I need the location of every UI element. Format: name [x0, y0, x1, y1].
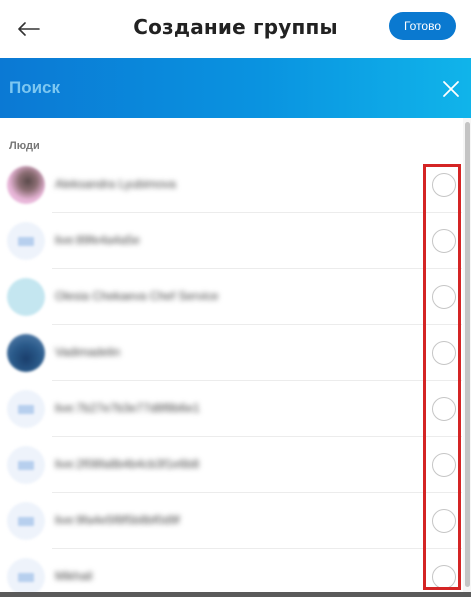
bottom-edge [0, 592, 471, 597]
avatar [7, 390, 45, 428]
select-radio[interactable] [432, 229, 456, 253]
header: Создание группы Готово [0, 0, 471, 58]
close-search-button[interactable] [440, 78, 462, 100]
select-radio[interactable] [432, 565, 456, 589]
search-bar [0, 58, 471, 118]
contact-name: live:9fa4e5f8f5b8bf0d9f [55, 513, 180, 527]
avatar [7, 446, 45, 484]
contact-row[interactable]: Vadimadelin [0, 325, 462, 381]
search-input[interactable] [9, 76, 409, 100]
section-label-people: Люди [9, 140, 40, 152]
select-radio[interactable] [432, 509, 456, 533]
avatar [7, 334, 45, 372]
close-icon [443, 81, 459, 97]
contact-row[interactable]: live:89fe4a4a5e [0, 213, 462, 269]
select-radio[interactable] [432, 397, 456, 421]
contact-name: Vadimadelin [55, 345, 121, 359]
contact-row[interactable]: Aleksandra Lyubimova [0, 157, 462, 213]
contact-name: Olesia Chekaeva Chef Service [55, 289, 219, 303]
avatar [7, 502, 45, 540]
contact-row[interactable]: live:7b27e7b3e77d8f8b6e1 [0, 381, 462, 437]
select-radio[interactable] [432, 285, 456, 309]
avatar [7, 278, 45, 316]
done-button[interactable]: Готово [389, 12, 456, 40]
contact-row[interactable]: live:9fa4e5f8f5b8bf0d9f [0, 493, 462, 549]
avatar [7, 166, 45, 204]
avatar [7, 558, 45, 596]
select-radio[interactable] [432, 453, 456, 477]
select-radio[interactable] [432, 173, 456, 197]
select-radio[interactable] [432, 341, 456, 365]
contact-row[interactable]: Mikhail [0, 549, 462, 597]
contact-row[interactable]: Olesia Chekaeva Chef Service [0, 269, 462, 325]
create-group-screen: Создание группы Готово Люди Aleksandra L… [0, 0, 471, 597]
contact-list: Aleksandra Lyubimova live:89fe4a4a5e Ole… [0, 157, 462, 597]
contact-name: Aleksandra Lyubimova [55, 177, 176, 191]
contact-name: live:89fe4a4a5e [55, 233, 140, 247]
contact-row[interactable]: live:2f08fa8b4b4cb3f1e6b8 [0, 437, 462, 493]
contact-name: live:7b27e7b3e77d8f8b6e1 [55, 401, 200, 415]
scrollbar-thumb[interactable] [465, 122, 470, 587]
contact-name: Mikhail [55, 569, 93, 583]
contact-name: live:2f08fa8b4b4cb3f1e6b8 [55, 457, 200, 471]
avatar [7, 222, 45, 260]
